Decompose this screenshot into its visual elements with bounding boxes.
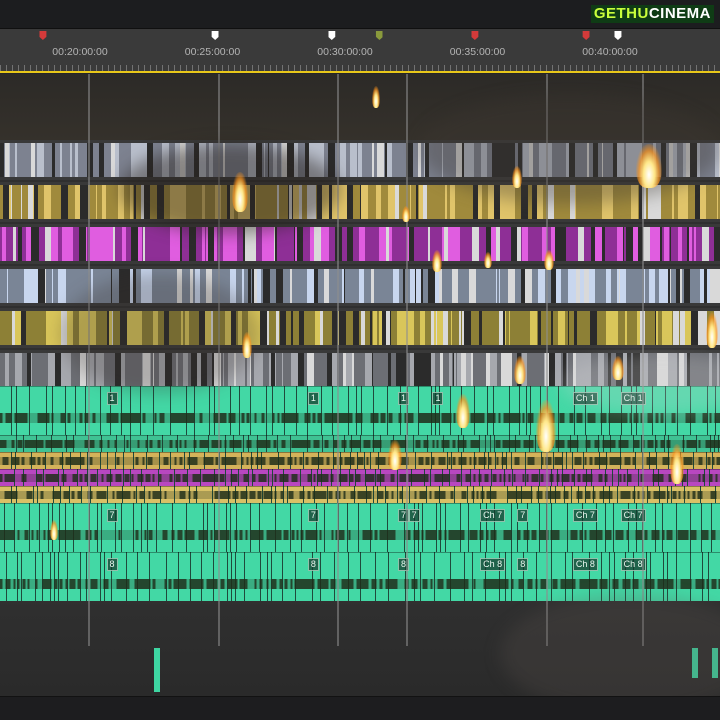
time-ruler[interactable]: 00:20:00:00 00:25:00:00 00:30:00:00 00:35:0…	[0, 29, 720, 71]
timeline-marker[interactable]	[471, 31, 479, 40]
video-clips[interactable]	[0, 185, 720, 219]
clip-channel-label: Ch 7	[480, 509, 506, 522]
edit-point[interactable]	[405, 74, 408, 646]
timeline-marker[interactable]	[328, 31, 336, 40]
video-track-v6[interactable]	[0, 182, 720, 222]
audio-track-a5[interactable]	[0, 486, 720, 503]
clip-channel-label: 7	[106, 509, 118, 522]
brand-part1: GETHU	[593, 5, 649, 22]
edit-point[interactable]	[337, 74, 340, 646]
edit-point[interactable]	[87, 74, 90, 646]
small-audio-clip[interactable]	[154, 648, 160, 692]
empty-track-area-top	[0, 74, 720, 140]
video-clips[interactable]	[0, 311, 720, 345]
edit-point[interactable]	[641, 74, 644, 646]
audio-waveform	[0, 413, 720, 423]
ruler-timecode: 00:25:00:00	[184, 46, 241, 58]
brand-part2: CINEMA	[648, 5, 711, 22]
clip-channel-label: 7	[408, 509, 420, 522]
audio-waveform	[0, 474, 720, 482]
audio-track-a3[interactable]	[0, 452, 720, 469]
timeline-window: GETHUCINEMA 00:20:00:00 00:25:00:00 00:30:…	[0, 0, 720, 720]
ruler-timecode: 00:40:00:00	[582, 46, 638, 58]
edit-point[interactable]	[217, 74, 220, 646]
audio-waveform	[0, 457, 720, 465]
audio-waveform	[0, 491, 720, 499]
video-clips[interactable]	[0, 227, 720, 261]
timeline-marker[interactable]	[614, 31, 622, 40]
ruler-timecode: 00:35:00:00	[449, 46, 506, 58]
edit-point[interactable]	[546, 74, 549, 646]
brand-watermark: GETHUCINEMA	[590, 5, 714, 23]
timeline-marker[interactable]	[211, 31, 219, 40]
audio-waveform	[0, 579, 720, 589]
video-track-v3[interactable]	[0, 308, 720, 348]
bottom-scrollbar[interactable]	[0, 696, 720, 720]
small-audio-clip[interactable]	[712, 648, 718, 678]
small-audio-clip[interactable]	[692, 648, 698, 678]
work-area-bar[interactable]	[0, 71, 720, 73]
video-clips[interactable]	[0, 143, 720, 177]
video-clips[interactable]	[0, 269, 720, 303]
audio-waveform	[0, 530, 720, 540]
video-track-v2[interactable]	[0, 350, 720, 390]
clip-channel-label: 8	[307, 558, 319, 571]
clip-channel-label: 1	[432, 392, 444, 405]
clip-channel-label: 1	[307, 392, 319, 405]
video-track-v4[interactable]	[0, 266, 720, 306]
timeline-marker[interactable]	[375, 31, 383, 40]
top-toolbar: GETHUCINEMA	[0, 0, 720, 29]
audio-waveform	[0, 440, 720, 448]
clip-channel-label: 7	[517, 509, 529, 522]
ruler-timecode: 00:20:00:00	[52, 46, 108, 58]
timeline-marker[interactable]	[582, 31, 590, 40]
ruler-timecode: 00:30:00:00	[317, 46, 373, 58]
audio-track-a4[interactable]	[0, 469, 720, 486]
timeline-marker[interactable]	[39, 31, 47, 40]
video-clips[interactable]	[0, 353, 720, 387]
clip-channel-label: Ch 1	[572, 392, 598, 405]
track-area[interactable]: 11111Ch 1Ch 177777Ch 77Ch 7Ch 78888Ch 88…	[0, 74, 720, 714]
empty-track-area-bottom	[0, 594, 720, 696]
clip-channel-label: Ch 8	[480, 558, 506, 571]
clip-channel-label: 7	[307, 509, 319, 522]
audio-track-a2[interactable]	[0, 435, 720, 452]
clip-channel-label: Ch 8	[572, 558, 598, 571]
clip-channel-label: Ch 7	[572, 509, 598, 522]
video-track-v7[interactable]	[0, 140, 720, 180]
video-track-v5[interactable]	[0, 224, 720, 264]
clip-channel-label: 8	[517, 558, 529, 571]
clip-channel-label: 1	[106, 392, 118, 405]
clip-channel-label: 8	[106, 558, 118, 571]
